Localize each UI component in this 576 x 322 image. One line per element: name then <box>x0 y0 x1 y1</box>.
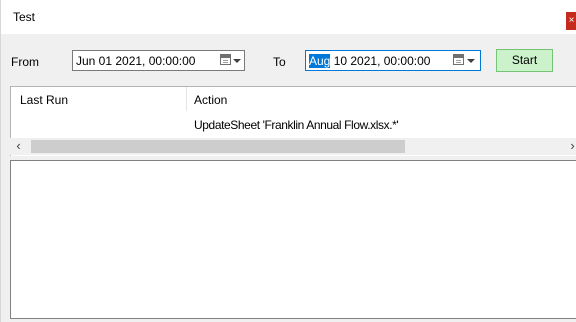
column-header-last-run[interactable]: Last Run <box>20 87 68 111</box>
to-date-value[interactable]: Aug 10 2021, 00:00:00 <box>309 54 430 68</box>
close-button[interactable]: × <box>566 12 576 30</box>
horizontal-scrollbar[interactable]: ‹ › <box>10 138 576 155</box>
from-label: From <box>11 55 39 69</box>
start-button[interactable]: Start <box>496 49 553 72</box>
scroll-thumb[interactable] <box>31 140 405 153</box>
to-date-rest[interactable]: 10 2021, 00:00:00 <box>330 54 431 68</box>
to-date-picker[interactable]: Aug 10 2021, 00:00:00 <box>305 50 481 71</box>
output-panel[interactable] <box>10 160 576 319</box>
cell-action: UpdateSheet 'Franklin Annual Flow.xlsx.*… <box>194 118 399 132</box>
chevron-down-icon[interactable] <box>467 59 475 63</box>
app-window: Test × From Jun 01 2021, 00:00:00 To Aug… <box>0 0 576 322</box>
chevron-down-icon[interactable] <box>233 59 241 63</box>
scroll-left-icon[interactable]: ‹ <box>10 138 27 155</box>
calendar-icon[interactable] <box>220 54 231 65</box>
from-date-value[interactable]: Jun 01 2021, 00:00:00 <box>76 54 195 68</box>
to-date-month-selected[interactable]: Aug <box>309 54 331 68</box>
column-header-action[interactable]: Action <box>194 87 227 111</box>
window-title: Test <box>13 10 36 24</box>
calendar-icon[interactable] <box>453 54 464 65</box>
title-bar[interactable]: Test × <box>1 0 576 34</box>
column-separator[interactable] <box>186 87 187 111</box>
to-label: To <box>273 55 286 69</box>
from-date-picker[interactable]: Jun 01 2021, 00:00:00 <box>72 50 245 71</box>
close-icon: × <box>568 15 575 26</box>
scroll-right-icon[interactable]: › <box>568 138 576 155</box>
toolbar: From Jun 01 2021, 00:00:00 To Aug 10 202… <box>1 34 576 86</box>
